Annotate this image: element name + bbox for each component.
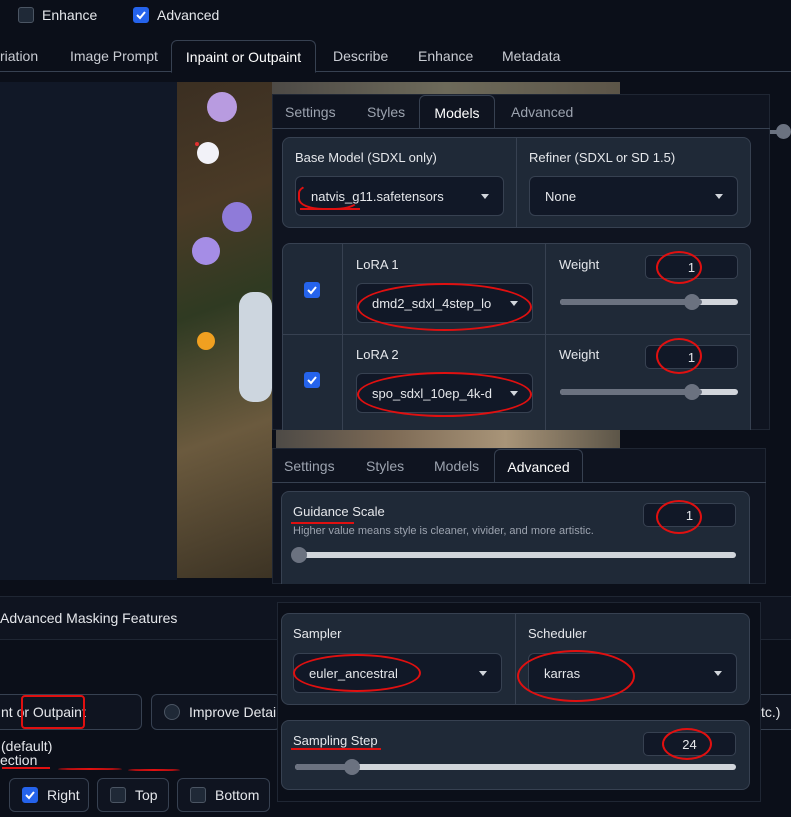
lora1-weight-slider[interactable]	[560, 294, 738, 310]
advanced-label: Advanced	[157, 7, 220, 23]
option-other-label: tc.)	[761, 704, 781, 720]
scheduler-label: Scheduler	[528, 626, 587, 641]
lora1-weight-label: Weight	[559, 257, 600, 272]
lora-col-divider-2	[545, 244, 546, 430]
direction-label: ection	[0, 752, 38, 768]
lora2-weight-slider[interactable]	[560, 384, 738, 400]
direction-top[interactable]: Top	[97, 778, 169, 812]
models-panel-tab-settings[interactable]: Settings	[285, 95, 336, 129]
sampler-divider	[515, 614, 516, 704]
annotation-steps-value	[662, 728, 712, 760]
guidance-slider[interactable]	[291, 547, 736, 563]
lora1-label: LoRA 1	[356, 257, 399, 272]
annotation-lora2	[357, 372, 532, 417]
right-slider-track	[770, 130, 780, 134]
tab-variation[interactable]: riation	[0, 40, 38, 72]
lora1-checkbox[interactable]	[304, 282, 320, 298]
lora2-weight-label: Weight	[559, 347, 600, 362]
annotation-lora1	[357, 283, 532, 331]
image-top-strip	[272, 82, 620, 94]
tab-metadata[interactable]: Metadata	[502, 40, 560, 72]
bottom-checkbox[interactable]	[190, 787, 206, 803]
advanced-tab-underline	[272, 482, 766, 483]
inpaint-image[interactable]	[177, 82, 272, 578]
annotation-direction-underline	[2, 767, 50, 769]
steps-label: Sampling Step	[293, 733, 378, 748]
annotation-outpaint	[21, 695, 85, 729]
direction-bottom[interactable]: Bottom	[177, 778, 270, 812]
annotation-base-model-underline	[300, 208, 360, 210]
refiner-dropdown[interactable]: None	[529, 176, 738, 216]
right-checkbox[interactable]	[22, 787, 38, 803]
base-model-label: Base Model (SDXL only)	[295, 150, 437, 165]
top-checkbox[interactable]	[110, 787, 126, 803]
annotation-base-model	[298, 182, 360, 210]
enhance-checkbox-row[interactable]: Enhance	[18, 6, 97, 24]
option-improve-detail-label: Improve Detail	[189, 704, 280, 720]
refiner-label: Refiner (SDXL or SD 1.5)	[529, 150, 676, 165]
option-improve-detail[interactable]: Improve Detail	[151, 694, 281, 730]
advanced-checkbox[interactable]	[133, 7, 149, 23]
tab-inpaint-outpaint[interactable]: Inpaint or Outpaint	[171, 40, 316, 73]
annotation-weight1	[656, 251, 702, 284]
advanced-checkbox-row[interactable]: Advanced	[133, 6, 219, 24]
right-label: Right	[47, 787, 80, 803]
sampler-label: Sampler	[293, 626, 342, 641]
advanced-panel-tab-settings[interactable]: Settings	[284, 449, 335, 483]
refiner-value: None	[545, 188, 577, 204]
models-panel-tab-models[interactable]: Models	[419, 95, 495, 129]
annotation-guidance-underline	[291, 522, 354, 524]
advanced-panel-tab-styles[interactable]: Styles	[366, 449, 404, 483]
steps-slider[interactable]	[295, 759, 736, 775]
lora2-slider-fill	[560, 389, 703, 395]
enhance-label: Enhance	[42, 7, 98, 23]
chevron-down-icon	[479, 671, 487, 676]
models-panel-tab-styles[interactable]: Styles	[367, 95, 405, 129]
guidance-info: Higher value means style is cleaner, viv…	[293, 525, 594, 537]
annotation-direction-line2	[58, 768, 122, 770]
lora2-label: LoRA 2	[356, 347, 399, 362]
models-panel-tab-advanced[interactable]: Advanced	[511, 95, 573, 129]
tab-describe[interactable]: Describe	[333, 40, 388, 72]
annotation-weight2	[656, 338, 702, 374]
enhance-checkbox[interactable]	[18, 7, 34, 23]
canvas-area[interactable]	[0, 82, 177, 580]
annotation-direction-line3	[128, 769, 180, 771]
radio-icon[interactable]	[164, 704, 180, 720]
lora2-checkbox[interactable]	[304, 372, 320, 388]
annotation-scheduler	[517, 650, 635, 702]
models-tab-underline	[272, 128, 770, 129]
chevron-down-icon	[714, 671, 722, 676]
chevron-down-icon	[715, 194, 723, 199]
lora1-slider-fill	[560, 299, 703, 305]
chevron-down-icon	[481, 194, 489, 199]
lora-row-divider	[283, 334, 750, 335]
direction-right[interactable]: Right	[9, 778, 89, 812]
tab-image-prompt[interactable]: Image Prompt	[70, 40, 158, 72]
lora1-slider-knob[interactable]	[683, 294, 700, 310]
lora-col-divider-1	[342, 244, 343, 430]
advanced-panel-tab-advanced[interactable]: Advanced	[494, 449, 583, 483]
top-label: Top	[135, 787, 158, 803]
bottom-label: Bottom	[215, 787, 260, 803]
lora2-slider-knob[interactable]	[683, 384, 700, 400]
advanced-panel-tab-models[interactable]: Models	[434, 449, 479, 483]
guidance-label: Guidance Scale	[293, 504, 385, 519]
box-divider	[516, 138, 517, 227]
annotation-steps-underline	[291, 748, 381, 750]
tab-enhance[interactable]: Enhance	[418, 40, 473, 72]
image-strip	[276, 430, 620, 448]
annotation-sampler	[293, 654, 421, 692]
masking-label[interactable]: Advanced Masking Features	[0, 610, 177, 626]
annotation-guidance-value	[656, 500, 702, 534]
